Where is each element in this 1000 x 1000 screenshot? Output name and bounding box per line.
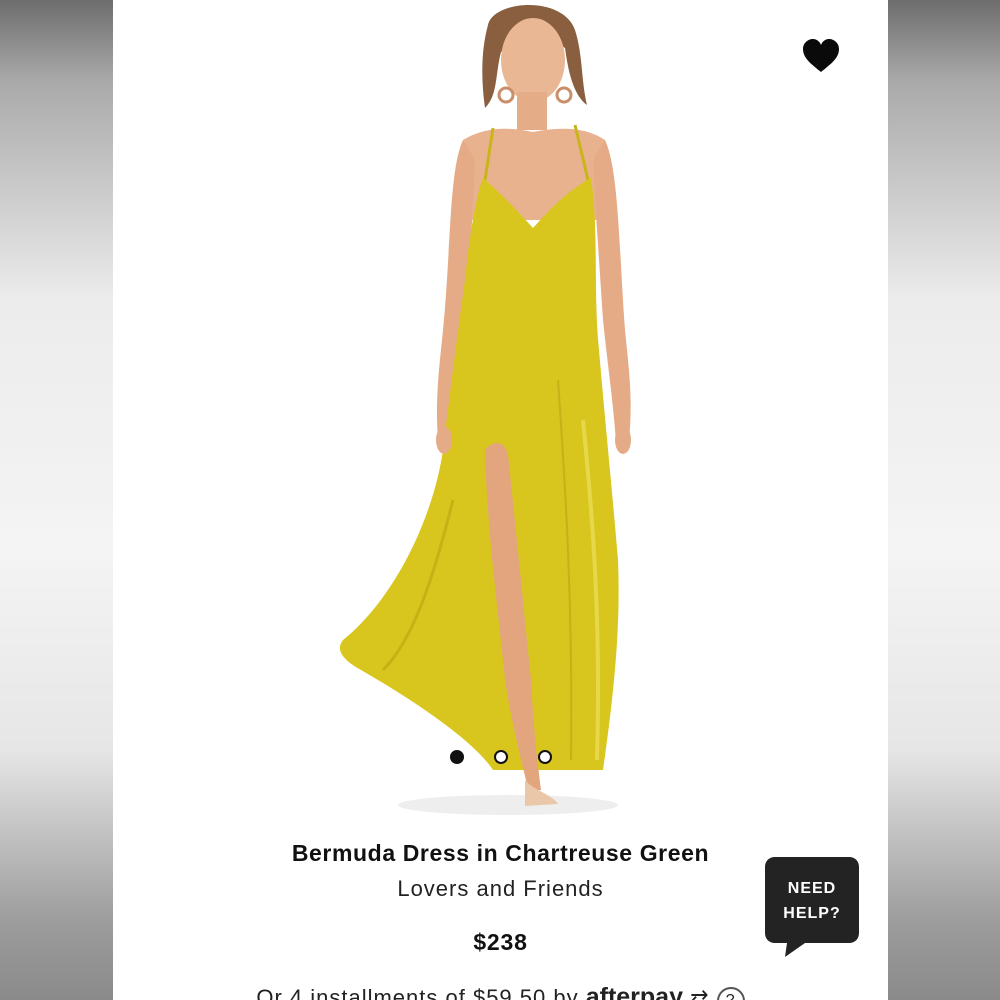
carousel-dot-2[interactable]	[493, 750, 508, 764]
favorite-button[interactable]	[801, 38, 841, 76]
need-help-button[interactable]: NEED HELP?	[765, 857, 859, 957]
need-help-line2: HELP?	[783, 905, 841, 922]
product-page: Bermuda Dress in Chartreuse Green Lovers…	[113, 0, 888, 1000]
installments-row: Or 4 installments of $59.50 by afterpay …	[113, 983, 888, 1000]
carousel-dot-1[interactable]	[449, 750, 464, 764]
info-icon[interactable]: ?	[716, 987, 745, 1000]
afterpay-logo: afterpay	[585, 983, 683, 1000]
product-photo[interactable]	[113, 0, 888, 830]
need-help-label: NEED HELP?	[765, 876, 859, 926]
installments-text: Or 4 installments of $59.50 by	[256, 985, 579, 1000]
carousel-dot-3[interactable]	[537, 750, 552, 764]
carousel-indicator	[113, 750, 888, 766]
need-help-line1: NEED	[787, 880, 837, 897]
heart-icon	[803, 39, 839, 72]
afterpay-arrows-icon: ⇄	[690, 985, 710, 1000]
